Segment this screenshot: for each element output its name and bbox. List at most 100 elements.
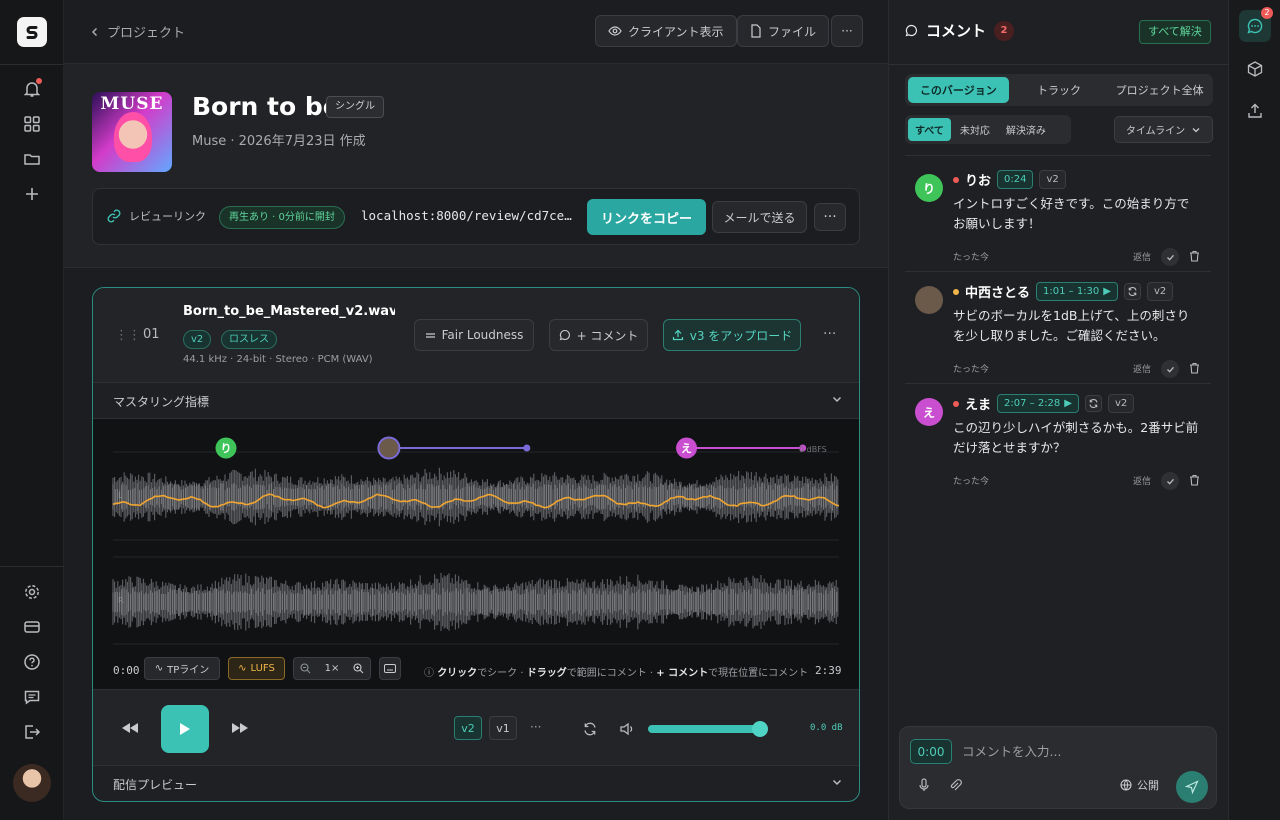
new-project-button[interactable]: [21, 183, 43, 205]
comment-item[interactable]: 中西さとる 1:01 – 1:30 ▶ v2 サビのボーカルを1dB上げて、上の刺さりを…: [905, 282, 1211, 382]
rewind-button[interactable]: [121, 722, 139, 734]
logout-button[interactable]: [21, 721, 43, 743]
distribution-preview-header[interactable]: 配信プレビュー: [93, 765, 859, 801]
versions-more-button[interactable]: ···: [530, 720, 541, 734]
upload-v3-button[interactable]: v3 をアップロード: [663, 319, 801, 351]
deliverables-button[interactable]: [1239, 53, 1271, 85]
voice-button[interactable]: [918, 778, 930, 792]
mastering-metrics-header[interactable]: マスタリング指標: [93, 383, 859, 419]
comment-item[interactable]: え えま 2:07 – 2:28 ▶ v2 この辺り少しハイが刺さるかも。2番サビ前だけ落…: [905, 394, 1211, 494]
volume-button[interactable]: [619, 721, 635, 737]
review-link-label-group: レビューリンク: [107, 208, 206, 224]
delete-button[interactable]: [1189, 474, 1200, 486]
notifications-button[interactable]: [21, 78, 43, 100]
filter-all[interactable]: すべて: [908, 118, 951, 141]
comments-panel-button[interactable]: 2: [1239, 7, 1273, 42]
version-v1-button[interactable]: v1: [489, 716, 517, 740]
globe-icon: [1120, 779, 1132, 791]
dashboard-button[interactable]: [21, 113, 43, 135]
attach-button[interactable]: [948, 778, 962, 792]
comment-timecode-button[interactable]: 1:01 – 1:30 ▶: [1036, 282, 1118, 301]
drag-handle-icon[interactable]: ⋮⋮: [115, 328, 141, 343]
review-more-button[interactable]: ···: [814, 203, 846, 231]
comment-time-ago: たった今: [953, 477, 990, 487]
upload-icon: [672, 329, 683, 341]
resolve-button[interactable]: [1161, 248, 1179, 266]
projects-button[interactable]: [21, 148, 43, 170]
comment-item[interactable]: り りお 0:24 v2 イントロすごく好きです。この始まり方でお願いします！ たった今 返…: [905, 170, 1211, 270]
tp-line-toggle[interactable]: ∿ TPライン: [144, 657, 220, 680]
comment-markers[interactable]: りえ: [215, 436, 807, 460]
lufs-toggle[interactable]: ∿ LUFS: [228, 657, 285, 680]
user-avatar[interactable]: [13, 764, 51, 802]
copy-link-button[interactable]: リンクをコピー: [587, 199, 706, 235]
play-button[interactable]: [161, 705, 209, 753]
filter-resolved[interactable]: 解決済み: [999, 118, 1053, 141]
resolve-button[interactable]: [1161, 360, 1179, 378]
filter-open[interactable]: 未対応: [953, 118, 997, 141]
tab-track[interactable]: トラック: [1009, 77, 1110, 103]
app-logo[interactable]: [17, 17, 47, 47]
version-v2-button[interactable]: v2: [454, 716, 482, 740]
topbar-more-button[interactable]: ···: [831, 15, 863, 47]
equals-icon: [425, 332, 435, 338]
comment-text: この辺り少しハイが刺さるかも。2番サビ前だけ落とせますか？: [953, 420, 1199, 455]
project-subtitle: Muse · 2026年7月23日 作成: [192, 134, 366, 149]
reply-button[interactable]: 返信: [1133, 250, 1151, 263]
comment-timecode-button[interactable]: 2:07 – 2:28 ▶: [997, 394, 1079, 413]
track-number: 01: [143, 327, 160, 342]
zoom-control: 1×: [293, 657, 371, 680]
plus-icon: [26, 188, 38, 200]
play-small-icon: ▶: [1103, 286, 1111, 297]
waveform-canvas[interactable]: りえ 0 dBFS L R: [93, 419, 860, 652]
keyboard-shortcuts-button[interactable]: [379, 657, 401, 680]
reply-button[interactable]: 返信: [1133, 362, 1151, 375]
comment-timecode[interactable]: 0:00: [910, 739, 952, 764]
comment-header: 中西さとる 1:01 – 1:30 ▶ v2: [953, 282, 1174, 301]
reply-button[interactable]: 返信: [1133, 474, 1151, 487]
delete-button[interactable]: [1189, 250, 1200, 262]
wave-small-icon: ∿: [238, 663, 247, 674]
waveform-area[interactable]: りえ 0 dBFS L R: [93, 419, 860, 689]
tab-this-version[interactable]: このバージョン: [908, 77, 1009, 103]
play-icon: [180, 723, 190, 735]
comment-timecode-button[interactable]: 0:24: [997, 170, 1034, 189]
send-mail-button[interactable]: メールで送る: [712, 201, 807, 233]
share-button[interactable]: [1239, 95, 1271, 127]
help-button[interactable]: [21, 651, 43, 673]
zoom-in-icon[interactable]: [353, 663, 364, 674]
visibility-toggle[interactable]: 公開: [1120, 777, 1159, 793]
loop-range-button[interactable]: [1085, 395, 1102, 412]
comment-range-end[interactable]: [523, 444, 531, 452]
back-to-projects-link[interactable]: プロジェクト: [90, 22, 185, 41]
fair-loudness-button[interactable]: Fair Loudness: [414, 319, 534, 351]
track-more-button[interactable]: ···: [823, 326, 836, 342]
add-comment-button[interactable]: + コメント: [549, 319, 648, 351]
right-rail: 2: [1228, 0, 1280, 820]
settings-button[interactable]: [21, 581, 43, 603]
comment-input[interactable]: コメントを入力...: [962, 741, 1061, 760]
client-view-button[interactable]: クライアント表示: [595, 15, 737, 47]
sort-dropdown[interactable]: タイムライン: [1114, 116, 1213, 143]
delete-button[interactable]: [1189, 362, 1200, 374]
forward-button[interactable]: [231, 722, 249, 734]
review-url[interactable]: localhost:8000/review/cd7ce…: [361, 208, 579, 223]
volume-fill: [648, 725, 760, 733]
distribution-label: 配信プレビュー: [113, 778, 198, 792]
cover-text: MUSE: [100, 94, 164, 114]
send-comment-button[interactable]: [1176, 771, 1208, 803]
resolve-all-button[interactable]: すべて解決: [1139, 20, 1211, 44]
comment-marker[interactable]: [377, 436, 401, 460]
volume-knob[interactable]: [751, 721, 768, 737]
chevron-down-icon: [1192, 127, 1200, 132]
comment-footer: たった今 返信: [953, 248, 1203, 266]
zoom-out-icon[interactable]: [300, 663, 311, 674]
volume-slider[interactable]: [648, 721, 768, 737]
feedback-button[interactable]: [21, 686, 43, 708]
loop-range-button[interactable]: [1124, 283, 1141, 300]
resolve-button[interactable]: [1161, 472, 1179, 490]
file-button[interactable]: ファイル: [737, 15, 830, 47]
billing-button[interactable]: [21, 616, 43, 638]
tab-whole-project[interactable]: プロジェクト全体: [1109, 77, 1210, 103]
loop-button[interactable]: [582, 721, 598, 737]
